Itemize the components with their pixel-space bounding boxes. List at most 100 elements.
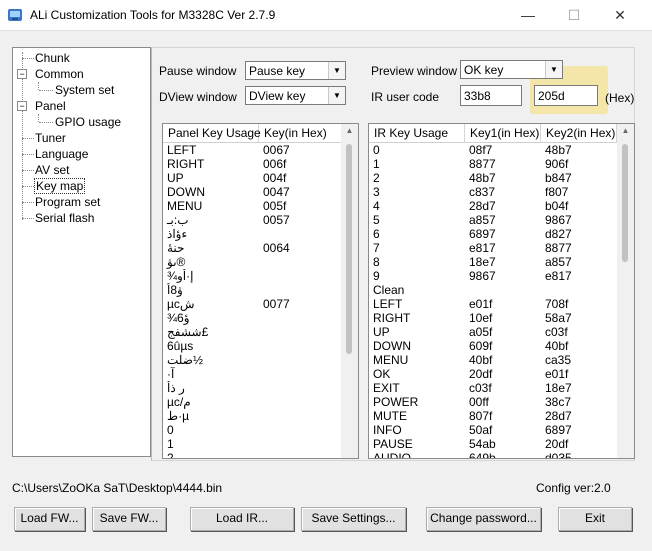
ir-key-cell: 8877 (545, 241, 572, 255)
scrollbar-thumb[interactable] (346, 144, 352, 354)
ir-key-cell: 38c7 (545, 395, 572, 409)
tree-item-system-set[interactable]: System set (55, 83, 114, 97)
panel-key-cell: ¾ؤ6 (167, 311, 190, 325)
panel-key-cell: حنۀ (167, 241, 185, 255)
load-ir-button[interactable]: Load IR... (190, 507, 294, 531)
panel-table-scrollbar[interactable]: ▲ (341, 124, 358, 458)
tree-connector (22, 170, 34, 171)
collapse-icon[interactable]: − (17, 101, 27, 111)
collapse-icon[interactable]: − (17, 69, 27, 79)
dview-window-select[interactable]: DView key ▼ (245, 86, 346, 105)
ir-key-cell: 5 (373, 213, 380, 227)
ir-key-cell: e01f (545, 367, 569, 381)
panel-key-cell: ىۋ® (167, 255, 186, 269)
tree-item-key-map[interactable]: Key map (33, 178, 86, 194)
scroll-up-icon[interactable]: ▲ (341, 126, 358, 135)
ir-key-cell: e817 (545, 269, 572, 283)
preview-window-value: OK key (464, 63, 504, 77)
column-header-ir-key-usage[interactable]: IR Key Usage (369, 124, 465, 142)
file-path: C:\Users\ZoOKa SaT\Desktop\4444.bin (12, 481, 223, 495)
ir-key-cell: 2 (373, 171, 380, 185)
ir-key-cell: 54ab (469, 437, 496, 451)
ir-key-cell: OK (373, 367, 391, 381)
preview-window-select[interactable]: OK key ▼ (460, 60, 563, 79)
nav-tree[interactable]: − − Chunk Common System set Panel GPIO u… (12, 47, 151, 457)
chevron-down-icon[interactable]: ▼ (545, 61, 562, 78)
panel-key-cell: RIGHT (167, 157, 205, 171)
ir-key-cell: 18e7 (545, 381, 572, 395)
tree-connector (22, 218, 34, 219)
panel-key-cell: ·آ (167, 367, 175, 381)
pause-window-select[interactable]: Pause key ▼ (245, 61, 346, 80)
scrollbar-thumb[interactable] (622, 144, 628, 262)
save-fw-button[interactable]: Save FW... (92, 507, 166, 531)
ir-code-field-2[interactable]: 205d (534, 85, 598, 106)
panel-key-cell: 006f (263, 157, 287, 171)
tree-item-gpio-usage[interactable]: GPIO usage (55, 115, 121, 129)
change-password-button[interactable]: Change password... (426, 507, 541, 531)
tree-connector (22, 202, 34, 203)
panel-key-cell: ضلت½ (167, 353, 203, 367)
column-header-panel-key-usage[interactable]: Panel Key Usage (163, 124, 261, 142)
panel-key-table[interactable]: Panel Key Usage Key(in Hex) LEFT 0067 RIGH… (162, 123, 359, 459)
ir-key-cell: b847 (545, 171, 572, 185)
tree-connector (38, 82, 39, 90)
ir-key-cell: 6 (373, 227, 380, 241)
tree-connector (22, 186, 34, 187)
save-settings-button[interactable]: Save Settings... (301, 507, 406, 531)
load-fw-button[interactable]: Load FW... (14, 507, 85, 531)
title-bar: ALi Customization Tools for M3328C Ver 2… (0, 0, 652, 31)
ir-code-field-1[interactable]: 33b8 (460, 85, 522, 106)
chevron-down-icon[interactable]: ▼ (328, 87, 345, 104)
column-header-key1-hex[interactable]: Key1(in Hex) (465, 124, 541, 142)
preview-window-label: Preview window (371, 64, 458, 78)
column-header-panel-key-hex[interactable]: Key(in Hex) (259, 124, 343, 142)
close-button[interactable]: ✕ (597, 0, 643, 30)
ir-key-cell: PAUSE (373, 437, 413, 451)
ir-key-cell: 48b7 (469, 171, 496, 185)
ir-key-cell: 28d7 (545, 409, 572, 423)
tree-connector (22, 58, 34, 59)
tree-connector (22, 138, 34, 139)
panel-key-cell: 005f (263, 199, 287, 213)
ir-key-cell: 906f (545, 157, 569, 171)
tree-item-language[interactable]: Language (35, 147, 88, 161)
tree-item-panel[interactable]: Panel (35, 99, 66, 113)
ir-key-cell: 609f (469, 339, 493, 353)
ir-key-cell: e01f (469, 297, 493, 311)
ir-key-cell: MENU (373, 353, 409, 367)
ir-key-cell: 649b (469, 451, 496, 459)
ir-key-table[interactable]: IR Key Usage Key1(in Hex) Key2(in Hex) 0… (368, 123, 635, 459)
ir-key-cell: 58a7 (545, 311, 572, 325)
tree-item-chunk[interactable]: Chunk (35, 51, 70, 65)
tree-item-tuner[interactable]: Tuner (35, 131, 66, 145)
chevron-down-icon[interactable]: ▼ (328, 62, 345, 79)
panel-key-cell: 1 (167, 437, 174, 451)
hex-label: (Hex) (605, 91, 635, 105)
minimize-button[interactable]: — (505, 0, 551, 30)
tree-item-serial-flash[interactable]: Serial flash (35, 211, 94, 225)
ir-key-cell: 10ef (469, 311, 493, 325)
ir-key-cell: 18e7 (469, 255, 496, 269)
tree-item-program-set[interactable]: Program set (35, 195, 100, 209)
panel-key-cell: MENU (167, 199, 203, 213)
tree-connector (38, 114, 39, 122)
tree-item-common[interactable]: Common (35, 67, 84, 81)
ir-table-scrollbar[interactable]: ▲ (617, 124, 634, 458)
panel-key-cell: ءؤاذ (167, 227, 188, 241)
maximize-button[interactable]: ☐ (551, 0, 597, 30)
tree-item-av-set[interactable]: AV set (35, 163, 69, 177)
panel-key-cell: ب:بـ (167, 213, 189, 227)
ir-key-cell: 8877 (469, 157, 496, 171)
column-header-key2-hex[interactable]: Key2(in Hex) (541, 124, 617, 142)
panel-key-cell: LEFT (167, 143, 197, 157)
scroll-up-icon[interactable]: ▲ (617, 126, 634, 135)
ir-key-cell: 20df (469, 367, 493, 381)
ir-key-cell: 8 (373, 255, 380, 269)
ir-key-cell: MUTE (373, 409, 407, 423)
panel-key-cell: ششفج£ (167, 325, 209, 339)
panel-key-cell: 2 (167, 451, 174, 459)
exit-button[interactable]: Exit (558, 507, 632, 531)
pause-window-value: Pause key (249, 64, 306, 78)
panel-key-cell: 0047 (263, 185, 290, 199)
